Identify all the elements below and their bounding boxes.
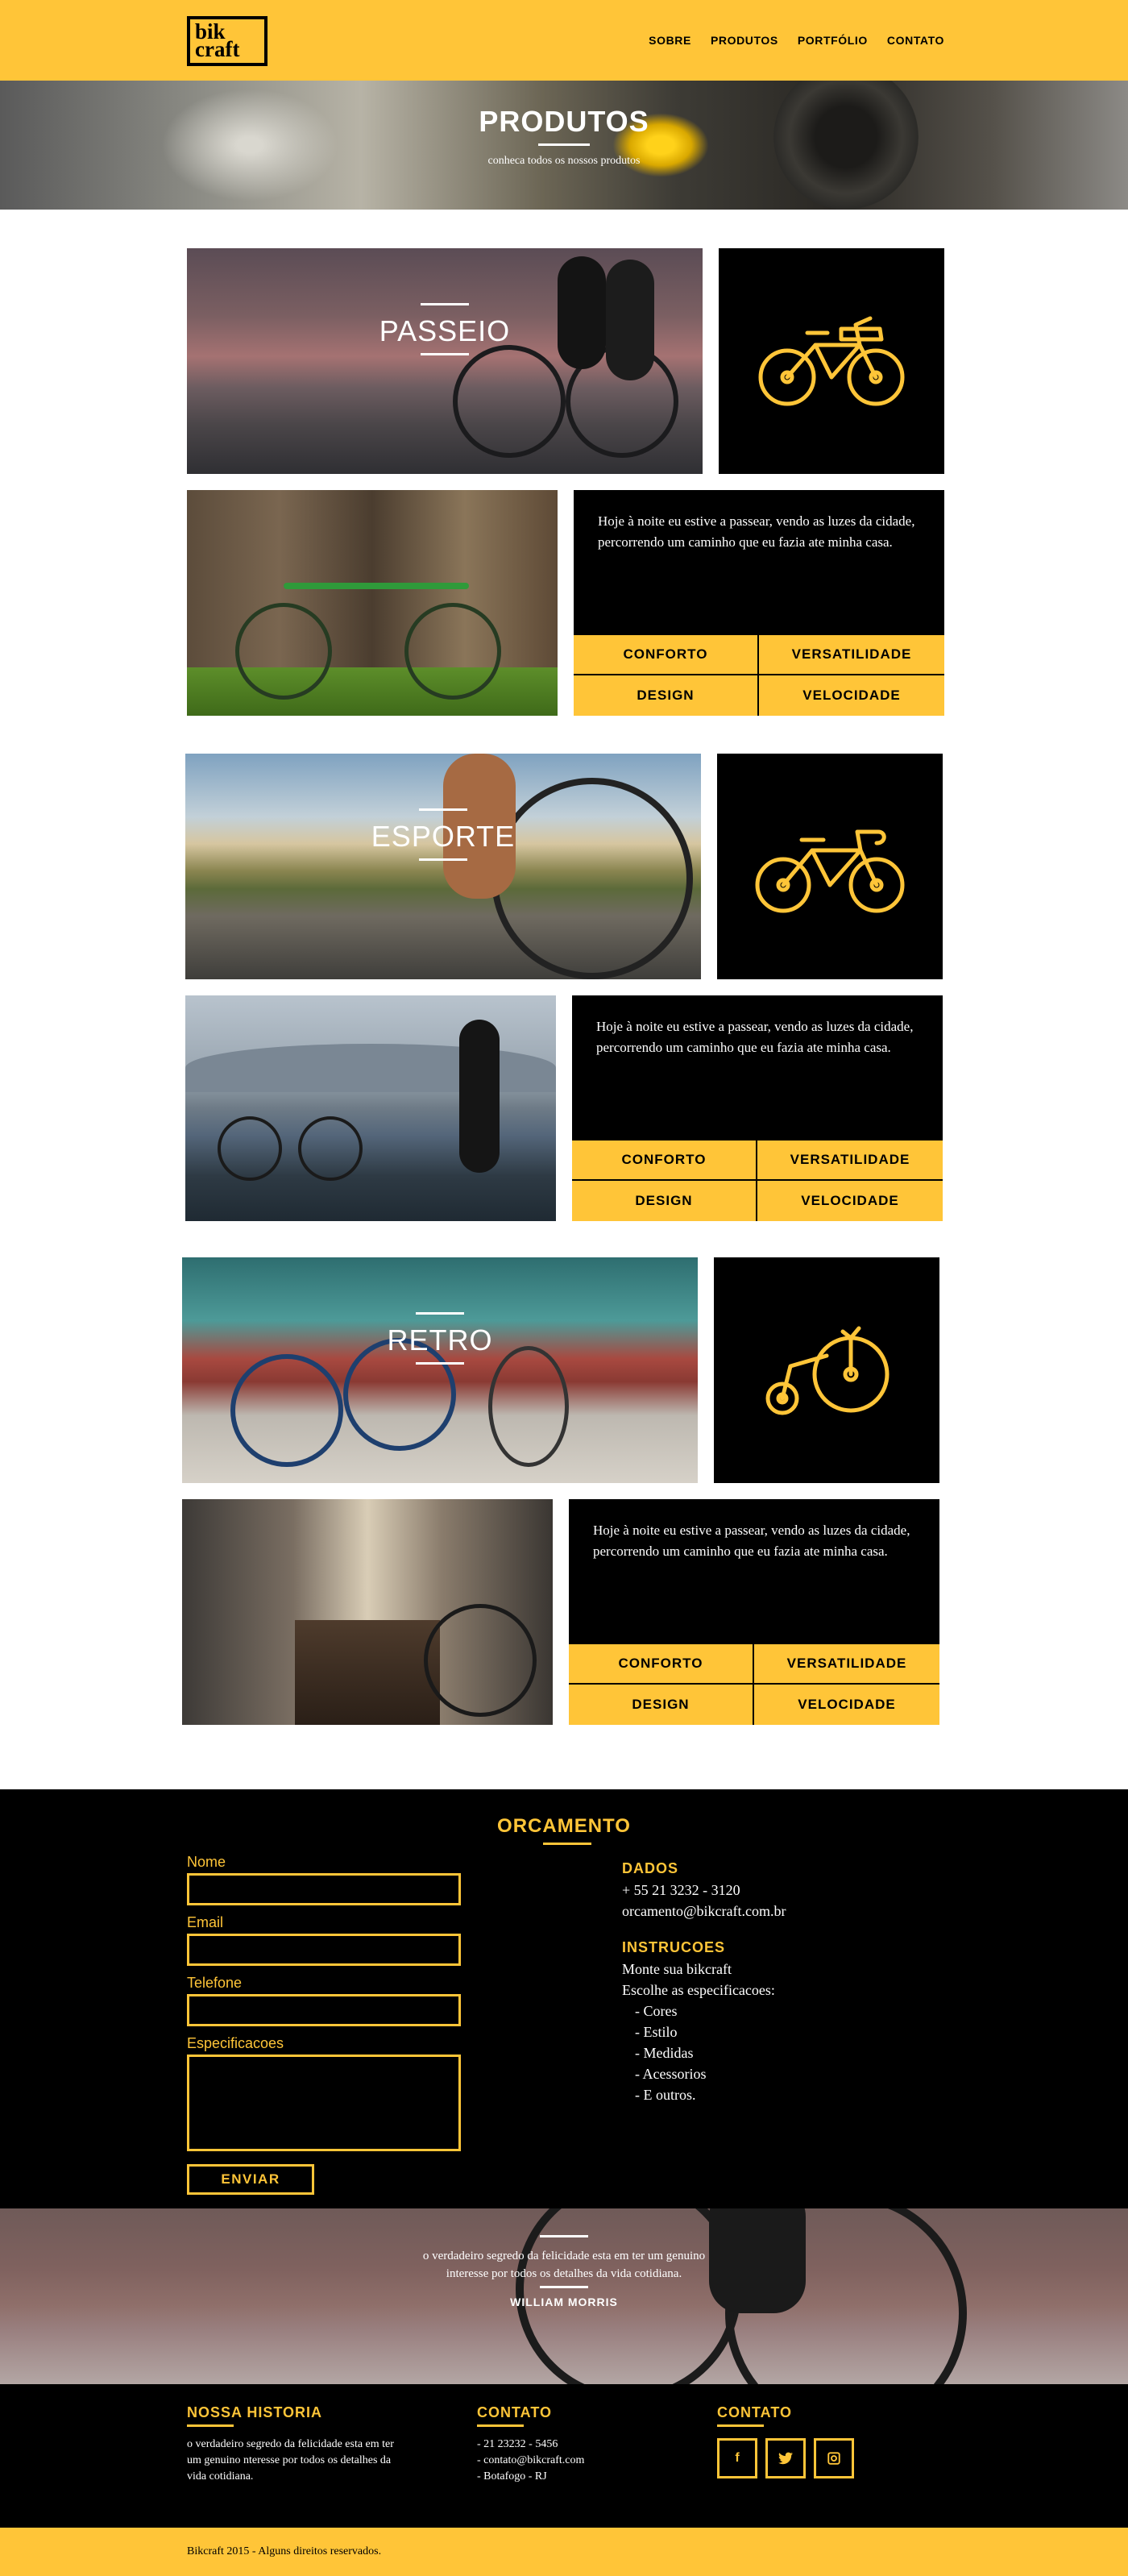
- nav-portfolio[interactable]: PORTFÓLIO: [798, 34, 868, 47]
- product-passeio-info: Hoje à noite eu estive a passear, vendo …: [574, 490, 944, 716]
- orcamento-section: [0, 1789, 1128, 2208]
- footer-historia-text: o verdadeiro segredo da felicidade esta …: [187, 2438, 394, 2483]
- hero-photo-gear: [773, 81, 919, 210]
- product-description: Hoje à noite eu estive a passear, vendo …: [596, 1019, 914, 1055]
- city-bike-icon: [758, 316, 905, 406]
- footer-historia-heading: NOSSA HISTORIA: [187, 2404, 323, 2420]
- quote-line-bottom: [540, 2286, 588, 2288]
- product-retro-iconbox: [714, 1257, 939, 1483]
- logo[interactable]: bik craft: [187, 16, 267, 66]
- instrucoes-item: - Acessorios: [635, 2066, 707, 2082]
- facebook-icon[interactable]: f: [717, 2438, 757, 2478]
- feature-item: VELOCIDADE: [802, 688, 901, 703]
- instrucoes-item: - Cores: [635, 2003, 678, 2019]
- dados-phone: + 55 21 3232 - 3120: [622, 1882, 740, 1898]
- quote-text: o verdadeiro segredo da felicidade esta …: [422, 2250, 706, 2280]
- feature-item: VERSATILIDADE: [754, 1644, 939, 1685]
- copyright-bar: [0, 2528, 1128, 2576]
- product-title-line-top: [419, 808, 467, 811]
- product-description: Hoje à noite eu estive a passear, vendo …: [593, 1523, 910, 1559]
- email-label: Email: [187, 1914, 224, 1930]
- twitter-icon[interactable]: [765, 2438, 806, 2478]
- footer-social-heading: CONTATO: [717, 2404, 792, 2420]
- footer-heading-line: [187, 2424, 234, 2427]
- feature-item: DESIGN: [574, 675, 759, 716]
- nav-sobre[interactable]: SOBRE: [649, 34, 691, 47]
- dados-heading: DADOS: [622, 1860, 679, 1876]
- feature-item: VERSATILIDADE: [759, 635, 944, 675]
- product-retro-photo: RETRO: [182, 1257, 698, 1483]
- nav-produtos[interactable]: PRODUTOS: [711, 34, 778, 47]
- nav-contato[interactable]: CONTATO: [887, 34, 944, 47]
- email-field[interactable]: [187, 1934, 461, 1966]
- footer-heading-line: [717, 2424, 764, 2427]
- penny-farthing-icon: [765, 1326, 890, 1415]
- site-header: [0, 0, 1128, 81]
- feature-item: CONFORTO: [572, 1141, 757, 1181]
- product-title: PASSEIO: [379, 314, 511, 347]
- product-esporte-detail-photo: [185, 995, 556, 1221]
- instrucoes-heading: INSTRUCOES: [622, 1939, 726, 1955]
- product-passeio-detail-photo: [187, 490, 558, 716]
- product-title-line-top: [421, 303, 469, 305]
- main-nav: SOBRE PRODUTOS PORTFÓLIO CONTATO: [649, 34, 944, 47]
- page-title: PRODUTOS: [479, 105, 649, 138]
- product-esporte-info: Hoje à noite eu estive a passear, vendo …: [572, 995, 943, 1221]
- dados-email: orcamento@bikcraft.com.br: [622, 1903, 786, 1919]
- product-title-line-bottom: [421, 353, 469, 355]
- feature-grid: CONFORTO VERSATILIDADE DESIGN VELOCIDADE: [569, 1644, 939, 1725]
- logo-line-2: craft: [195, 37, 240, 61]
- orcamento-title: ORCAMENTO: [497, 1815, 631, 1837]
- feature-item: VELOCIDADE: [801, 1193, 899, 1208]
- footer-contato-item: - contato@bikcraft.com: [477, 2454, 585, 2466]
- instrucoes-line: Monte sua bikcraft: [622, 1961, 732, 1977]
- product-title-line-bottom: [419, 858, 467, 861]
- instagram-icon[interactable]: [814, 2438, 854, 2478]
- nome-label: Nome: [187, 1854, 226, 1870]
- orcamento-underline: [543, 1843, 591, 1845]
- sport-bike-icon: [755, 829, 905, 913]
- product-description: Hoje à noite eu estive a passear, vendo …: [598, 513, 915, 550]
- feature-item: DESIGN: [572, 1181, 757, 1221]
- product-passeio-photo: PASSEIO: [187, 248, 703, 474]
- product-esporte-photo: ESPORTE: [185, 754, 701, 979]
- product-title-line-bottom: [416, 1362, 464, 1365]
- telefone-field[interactable]: [187, 1994, 461, 2026]
- feature-item: CONFORTO: [569, 1644, 754, 1685]
- feature-item: VERSATILIDADE: [757, 1141, 943, 1181]
- quote-line-top: [540, 2235, 588, 2237]
- feature-item: VELOCIDADE: [798, 1697, 896, 1712]
- title-underline: [538, 143, 590, 146]
- product-passeio-iconbox: [719, 248, 944, 474]
- product-title: RETRO: [387, 1323, 493, 1357]
- page-subtitle: conheca todos os nossos produtos: [487, 155, 641, 167]
- copyright-text: Bikcraft 2015 - Alguns direitos reservad…: [187, 2545, 382, 2557]
- feature-item: CONFORTO: [574, 635, 759, 675]
- product-retro-detail-photo: [182, 1499, 553, 1725]
- instrucoes-item: - Medidas: [635, 2045, 694, 2061]
- footer-contato-item: - 21 23232 - 5456: [477, 2438, 558, 2450]
- telefone-label: Telefone: [187, 1975, 243, 1991]
- nome-field[interactable]: [187, 1873, 461, 1905]
- instrucoes-item: - Estilo: [635, 2024, 678, 2040]
- product-title-line-top: [416, 1312, 464, 1315]
- footer-contato-item: - Botafogo - RJ: [477, 2470, 547, 2483]
- feature-item: DESIGN: [569, 1685, 754, 1725]
- instrucoes-item: - E outros.: [635, 2087, 696, 2103]
- quote-author: WILLIAM MORRIS: [510, 2296, 618, 2308]
- instrucoes-line: Escolhe as especificacoes:: [622, 1982, 775, 1998]
- footer-contato-heading: CONTATO: [477, 2404, 552, 2420]
- feature-grid: CONFORTO VERSATILIDADE DESIGN VELOCIDADE: [574, 635, 944, 716]
- enviar-button[interactable]: ENVIAR: [187, 2164, 314, 2195]
- footer-heading-line: [477, 2424, 524, 2427]
- product-retro-info: Hoje à noite eu estive a passear, vendo …: [569, 1499, 939, 1725]
- product-title: ESPORTE: [371, 820, 516, 853]
- especificacoes-label: Especificacoes: [187, 2035, 284, 2051]
- feature-grid: CONFORTO VERSATILIDADE DESIGN VELOCIDADE: [572, 1141, 943, 1221]
- product-esporte-iconbox: [717, 754, 943, 979]
- especificacoes-field[interactable]: [187, 2055, 461, 2151]
